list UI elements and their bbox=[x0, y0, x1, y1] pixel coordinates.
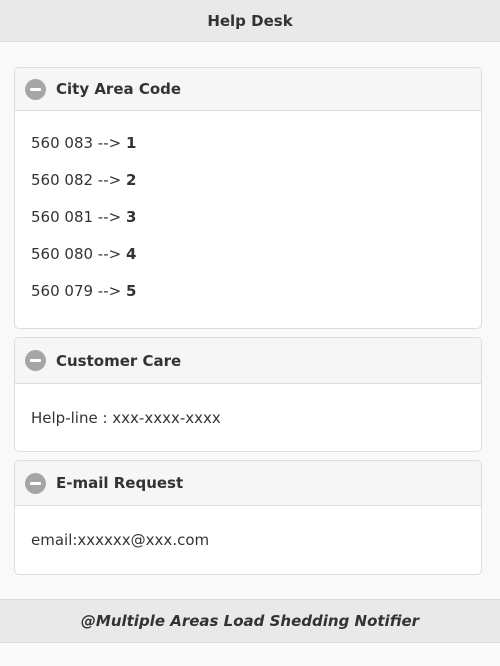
area-code-number: 2 bbox=[125, 171, 137, 189]
area-code-pin: 560 083 --> bbox=[31, 134, 126, 152]
helpline-text: Help-line : xxx-xxxx-xxxx bbox=[31, 409, 221, 427]
area-code-pin: 560 080 --> bbox=[31, 245, 126, 263]
area-code-number: 1 bbox=[125, 134, 137, 152]
page-title: Help Desk bbox=[207, 11, 293, 30]
area-code-pin: 560 082 --> bbox=[31, 171, 126, 189]
section-email-request-header[interactable]: E-mail Request bbox=[15, 461, 481, 506]
section-email-request: E-mail Request email:xxxxxx@xxx.com bbox=[14, 460, 482, 575]
email-text: email:xxxxxx@xxx.com bbox=[31, 531, 210, 549]
area-code-item: 560 080 --> 4 bbox=[31, 236, 465, 273]
section-title: E-mail Request bbox=[56, 474, 184, 492]
minus-icon bbox=[25, 78, 46, 100]
area-code-pin: 560 081 --> bbox=[31, 208, 126, 226]
footer-text: @Multiple Areas Load Shedding Notifier bbox=[80, 612, 420, 630]
area-code-number: 5 bbox=[125, 282, 137, 300]
section-customer-care-body: Help-line : xxx-xxxx-xxxx bbox=[15, 384, 481, 437]
area-code-number: 4 bbox=[125, 245, 137, 263]
area-code-item: 560 081 --> 3 bbox=[31, 199, 465, 236]
area-code-item: 560 082 --> 2 bbox=[31, 162, 465, 199]
section-customer-care: Customer Care Help-line : xxx-xxxx-xxxx bbox=[14, 337, 482, 452]
section-city-area-code: City Area Code 560 083 --> 1 560 082 -->… bbox=[14, 67, 482, 329]
area-code-pin: 560 079 --> bbox=[31, 282, 126, 300]
area-code-number: 3 bbox=[125, 208, 137, 226]
minus-icon bbox=[25, 472, 46, 494]
section-city-area-code-header[interactable]: City Area Code bbox=[15, 68, 481, 111]
footer-bar: @Multiple Areas Load Shedding Notifier bbox=[0, 599, 500, 643]
section-title: City Area Code bbox=[56, 80, 182, 98]
section-title: Customer Care bbox=[56, 351, 182, 370]
section-email-request-body: email:xxxxxx@xxx.com bbox=[15, 506, 481, 559]
minus-icon bbox=[25, 350, 46, 371]
header-bar: Help Desk bbox=[0, 0, 500, 42]
section-customer-care-header[interactable]: Customer Care bbox=[15, 338, 481, 384]
section-city-area-code-body: 560 083 --> 1 560 082 --> 2 560 081 --> … bbox=[15, 111, 481, 310]
area-code-item: 560 083 --> 1 bbox=[31, 125, 465, 162]
area-code-item: 560 079 --> 5 bbox=[31, 273, 465, 310]
